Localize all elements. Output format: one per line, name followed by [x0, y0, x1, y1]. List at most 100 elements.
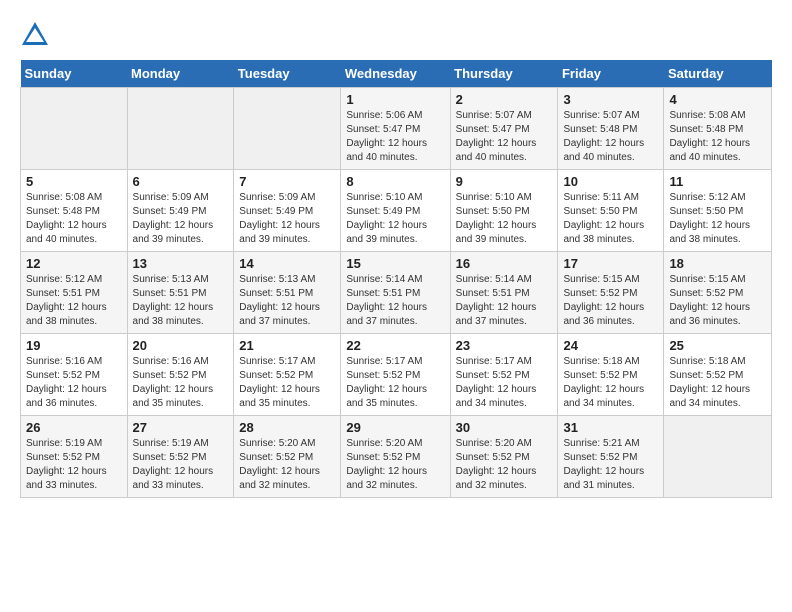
- weekday-header-friday: Friday: [558, 60, 664, 88]
- calendar-cell: 18 Sunrise: 5:15 AM Sunset: 5:52 PM Dayli…: [664, 252, 772, 334]
- calendar-cell: 31 Sunrise: 5:21 AM Sunset: 5:52 PM Dayli…: [558, 416, 664, 498]
- calendar-cell: [234, 88, 341, 170]
- calendar-cell: 24 Sunrise: 5:18 AM Sunset: 5:52 PM Dayli…: [558, 334, 664, 416]
- weekday-header-saturday: Saturday: [664, 60, 772, 88]
- day-number: 8: [346, 174, 444, 189]
- calendar-week-row: 5 Sunrise: 5:08 AM Sunset: 5:48 PM Daylig…: [21, 170, 772, 252]
- day-number: 4: [669, 92, 766, 107]
- calendar-table: SundayMondayTuesdayWednesdayThursdayFrid…: [20, 60, 772, 498]
- day-info: Sunrise: 5:16 AM Sunset: 5:52 PM Dayligh…: [133, 355, 229, 411]
- logo-icon: [20, 20, 50, 50]
- day-info: Sunrise: 5:14 AM Sunset: 5:51 PM Dayligh…: [456, 273, 553, 329]
- day-info: Sunrise: 5:19 AM Sunset: 5:52 PM Dayligh…: [26, 437, 122, 493]
- day-info: Sunrise: 5:10 AM Sunset: 5:50 PM Dayligh…: [456, 191, 553, 247]
- calendar-week-row: 12Sunrise: 5:12 AM Sunset: 5:51 PM Dayli…: [21, 252, 772, 334]
- calendar-cell: 12Sunrise: 5:12 AM Sunset: 5:51 PM Dayli…: [21, 252, 128, 334]
- day-number: 3: [563, 92, 658, 107]
- day-number: 2: [456, 92, 553, 107]
- calendar-cell: 7 Sunrise: 5:09 AM Sunset: 5:49 PM Daylig…: [234, 170, 341, 252]
- day-number: 24: [563, 338, 658, 353]
- calendar-cell: 30 Sunrise: 5:20 AM Sunset: 5:52 PM Dayli…: [450, 416, 558, 498]
- page-header: [20, 20, 772, 50]
- day-number: 30: [456, 420, 553, 435]
- calendar-cell: 13 Sunrise: 5:13 AM Sunset: 5:51 PM Dayli…: [127, 252, 234, 334]
- day-info: Sunrise: 5:13 AM Sunset: 5:51 PM Dayligh…: [239, 273, 335, 329]
- day-info: Sunrise: 5:19 AM Sunset: 5:52 PM Dayligh…: [133, 437, 229, 493]
- day-number: 1: [346, 92, 444, 107]
- calendar-cell: 5 Sunrise: 5:08 AM Sunset: 5:48 PM Daylig…: [21, 170, 128, 252]
- day-info: Sunrise: 5:15 AM Sunset: 5:52 PM Dayligh…: [563, 273, 658, 329]
- day-info: Sunrise: 5:06 AM Sunset: 5:47 PM Dayligh…: [346, 109, 444, 165]
- calendar-cell: 14 Sunrise: 5:13 AM Sunset: 5:51 PM Dayli…: [234, 252, 341, 334]
- day-info: Sunrise: 5:11 AM Sunset: 5:50 PM Dayligh…: [563, 191, 658, 247]
- calendar-cell: 6Sunrise: 5:09 AM Sunset: 5:49 PM Daylig…: [127, 170, 234, 252]
- calendar-cell: 9 Sunrise: 5:10 AM Sunset: 5:50 PM Daylig…: [450, 170, 558, 252]
- logo: [20, 20, 54, 50]
- weekday-header-wednesday: Wednesday: [341, 60, 450, 88]
- day-number: 31: [563, 420, 658, 435]
- calendar-cell: 1 Sunrise: 5:06 AM Sunset: 5:47 PM Daylig…: [341, 88, 450, 170]
- calendar-cell: 22 Sunrise: 5:17 AM Sunset: 5:52 PM Dayli…: [341, 334, 450, 416]
- day-info: Sunrise: 5:17 AM Sunset: 5:52 PM Dayligh…: [346, 355, 444, 411]
- day-info: Sunrise: 5:20 AM Sunset: 5:52 PM Dayligh…: [456, 437, 553, 493]
- calendar-cell: 16 Sunrise: 5:14 AM Sunset: 5:51 PM Dayli…: [450, 252, 558, 334]
- day-number: 11: [669, 174, 766, 189]
- calendar-cell: 21 Sunrise: 5:17 AM Sunset: 5:52 PM Dayli…: [234, 334, 341, 416]
- day-number: 27: [133, 420, 229, 435]
- calendar-cell: 10 Sunrise: 5:11 AM Sunset: 5:50 PM Dayli…: [558, 170, 664, 252]
- day-number: 25: [669, 338, 766, 353]
- day-number: 14: [239, 256, 335, 271]
- calendar-cell: 4 Sunrise: 5:08 AM Sunset: 5:48 PM Daylig…: [664, 88, 772, 170]
- day-number: 12: [26, 256, 122, 271]
- day-info: Sunrise: 5:20 AM Sunset: 5:52 PM Dayligh…: [239, 437, 335, 493]
- weekday-header-sunday: Sunday: [21, 60, 128, 88]
- calendar-cell: 15Sunrise: 5:14 AM Sunset: 5:51 PM Dayli…: [341, 252, 450, 334]
- day-number: 15: [346, 256, 444, 271]
- day-number: 19: [26, 338, 122, 353]
- day-info: Sunrise: 5:17 AM Sunset: 5:52 PM Dayligh…: [456, 355, 553, 411]
- day-info: Sunrise: 5:07 AM Sunset: 5:47 PM Dayligh…: [456, 109, 553, 165]
- day-number: 10: [563, 174, 658, 189]
- day-number: 13: [133, 256, 229, 271]
- calendar-cell: [664, 416, 772, 498]
- day-info: Sunrise: 5:12 AM Sunset: 5:50 PM Dayligh…: [669, 191, 766, 247]
- day-info: Sunrise: 5:21 AM Sunset: 5:52 PM Dayligh…: [563, 437, 658, 493]
- calendar-cell: 8 Sunrise: 5:10 AM Sunset: 5:49 PM Daylig…: [341, 170, 450, 252]
- day-number: 18: [669, 256, 766, 271]
- day-info: Sunrise: 5:09 AM Sunset: 5:49 PM Dayligh…: [239, 191, 335, 247]
- day-info: Sunrise: 5:13 AM Sunset: 5:51 PM Dayligh…: [133, 273, 229, 329]
- calendar-week-row: 26 Sunrise: 5:19 AM Sunset: 5:52 PM Dayli…: [21, 416, 772, 498]
- day-number: 22: [346, 338, 444, 353]
- calendar-cell: 20Sunrise: 5:16 AM Sunset: 5:52 PM Dayli…: [127, 334, 234, 416]
- calendar-cell: 26 Sunrise: 5:19 AM Sunset: 5:52 PM Dayli…: [21, 416, 128, 498]
- calendar-cell: 19 Sunrise: 5:16 AM Sunset: 5:52 PM Dayli…: [21, 334, 128, 416]
- day-number: 21: [239, 338, 335, 353]
- day-info: Sunrise: 5:09 AM Sunset: 5:49 PM Dayligh…: [133, 191, 229, 247]
- calendar-cell: 25 Sunrise: 5:18 AM Sunset: 5:52 PM Dayli…: [664, 334, 772, 416]
- calendar-cell: 17Sunrise: 5:15 AM Sunset: 5:52 PM Dayli…: [558, 252, 664, 334]
- calendar-cell: [21, 88, 128, 170]
- day-info: Sunrise: 5:16 AM Sunset: 5:52 PM Dayligh…: [26, 355, 122, 411]
- day-number: 9: [456, 174, 553, 189]
- day-number: 26: [26, 420, 122, 435]
- day-info: Sunrise: 5:20 AM Sunset: 5:52 PM Dayligh…: [346, 437, 444, 493]
- day-number: 23: [456, 338, 553, 353]
- day-info: Sunrise: 5:10 AM Sunset: 5:49 PM Dayligh…: [346, 191, 444, 247]
- weekday-header-thursday: Thursday: [450, 60, 558, 88]
- day-number: 7: [239, 174, 335, 189]
- day-info: Sunrise: 5:15 AM Sunset: 5:52 PM Dayligh…: [669, 273, 766, 329]
- day-info: Sunrise: 5:17 AM Sunset: 5:52 PM Dayligh…: [239, 355, 335, 411]
- calendar-cell: 3 Sunrise: 5:07 AM Sunset: 5:48 PM Daylig…: [558, 88, 664, 170]
- day-info: Sunrise: 5:08 AM Sunset: 5:48 PM Dayligh…: [669, 109, 766, 165]
- calendar-cell: 27 Sunrise: 5:19 AM Sunset: 5:52 PM Dayli…: [127, 416, 234, 498]
- calendar-cell: 2 Sunrise: 5:07 AM Sunset: 5:47 PM Daylig…: [450, 88, 558, 170]
- calendar-cell: 23 Sunrise: 5:17 AM Sunset: 5:52 PM Dayli…: [450, 334, 558, 416]
- day-info: Sunrise: 5:18 AM Sunset: 5:52 PM Dayligh…: [563, 355, 658, 411]
- day-number: 5: [26, 174, 122, 189]
- day-number: 16: [456, 256, 553, 271]
- day-info: Sunrise: 5:08 AM Sunset: 5:48 PM Dayligh…: [26, 191, 122, 247]
- calendar-week-row: 1 Sunrise: 5:06 AM Sunset: 5:47 PM Daylig…: [21, 88, 772, 170]
- weekday-header-row: SundayMondayTuesdayWednesdayThursdayFrid…: [21, 60, 772, 88]
- day-info: Sunrise: 5:07 AM Sunset: 5:48 PM Dayligh…: [563, 109, 658, 165]
- day-info: Sunrise: 5:18 AM Sunset: 5:52 PM Dayligh…: [669, 355, 766, 411]
